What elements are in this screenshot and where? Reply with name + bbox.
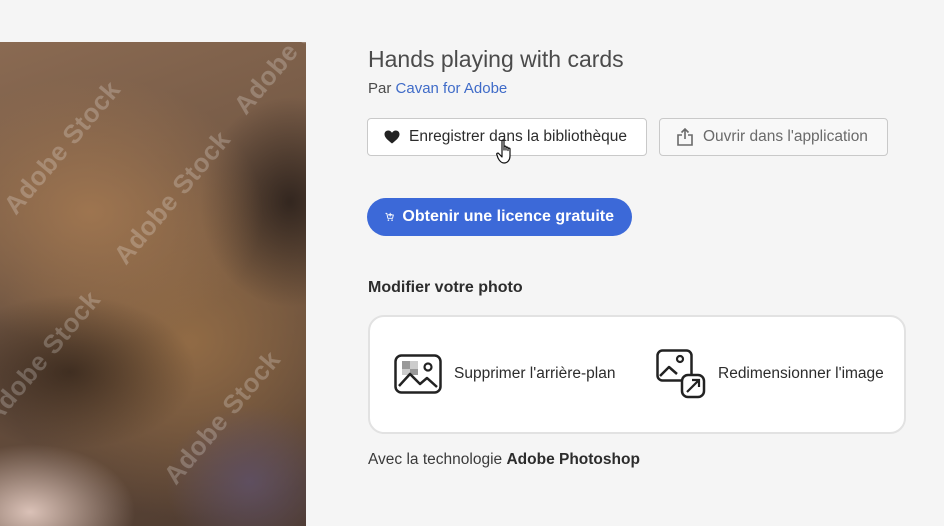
image-preview[interactable]: Adobe Stock Adobe Stock Adobe Stock Adob… [0,42,306,526]
remove-background-icon [394,354,442,394]
share-icon [677,128,693,146]
edit-tools-card: Supprimer l'arrière-plan Redimensionner … [368,315,906,434]
powered-by-prefix: Avec la technologie [368,451,503,468]
open-in-app-button[interactable]: Ouvrir dans l'application [659,118,888,156]
open-in-app-label: Ouvrir dans l'application [703,128,868,145]
powered-by-brand: Adobe Photoshop [506,451,640,468]
save-to-library-label: Enregistrer dans la bibliothèque [409,128,627,145]
resize-image-label: Redimensionner l'image [718,365,884,382]
cart-add-icon [385,212,394,221]
remove-background-tool[interactable]: Supprimer l'arrière-plan [394,354,615,394]
watermark-text: Adobe Stock [0,284,107,430]
watermark-text: Adobe Stock [0,74,127,220]
get-free-license-button[interactable]: Obtenir une licence gratuite [367,198,632,236]
author-link[interactable]: Cavan for Adobe [396,80,508,97]
heart-icon [384,130,400,144]
get-free-license-label: Obtenir une licence gratuite [402,208,614,225]
watermark-text: Adobe Stock [107,124,237,270]
resize-image-tool[interactable]: Redimensionner l'image [656,349,884,399]
watermark-text: Adobe Stock [157,344,287,490]
edit-photo-heading: Modifier votre photo [368,279,523,296]
asset-title: Hands playing with cards [368,46,624,72]
remove-background-label: Supprimer l'arrière-plan [454,365,616,382]
hand-cursor-icon [496,139,511,164]
author-byline: Par Cavan for Adobe [368,80,507,97]
watermark-text: Adobe Stock [227,42,306,120]
powered-by-text: Avec la technologie Adobe Photoshop [368,451,640,469]
byline-prefix: Par [368,80,392,97]
resize-image-icon [656,349,706,399]
